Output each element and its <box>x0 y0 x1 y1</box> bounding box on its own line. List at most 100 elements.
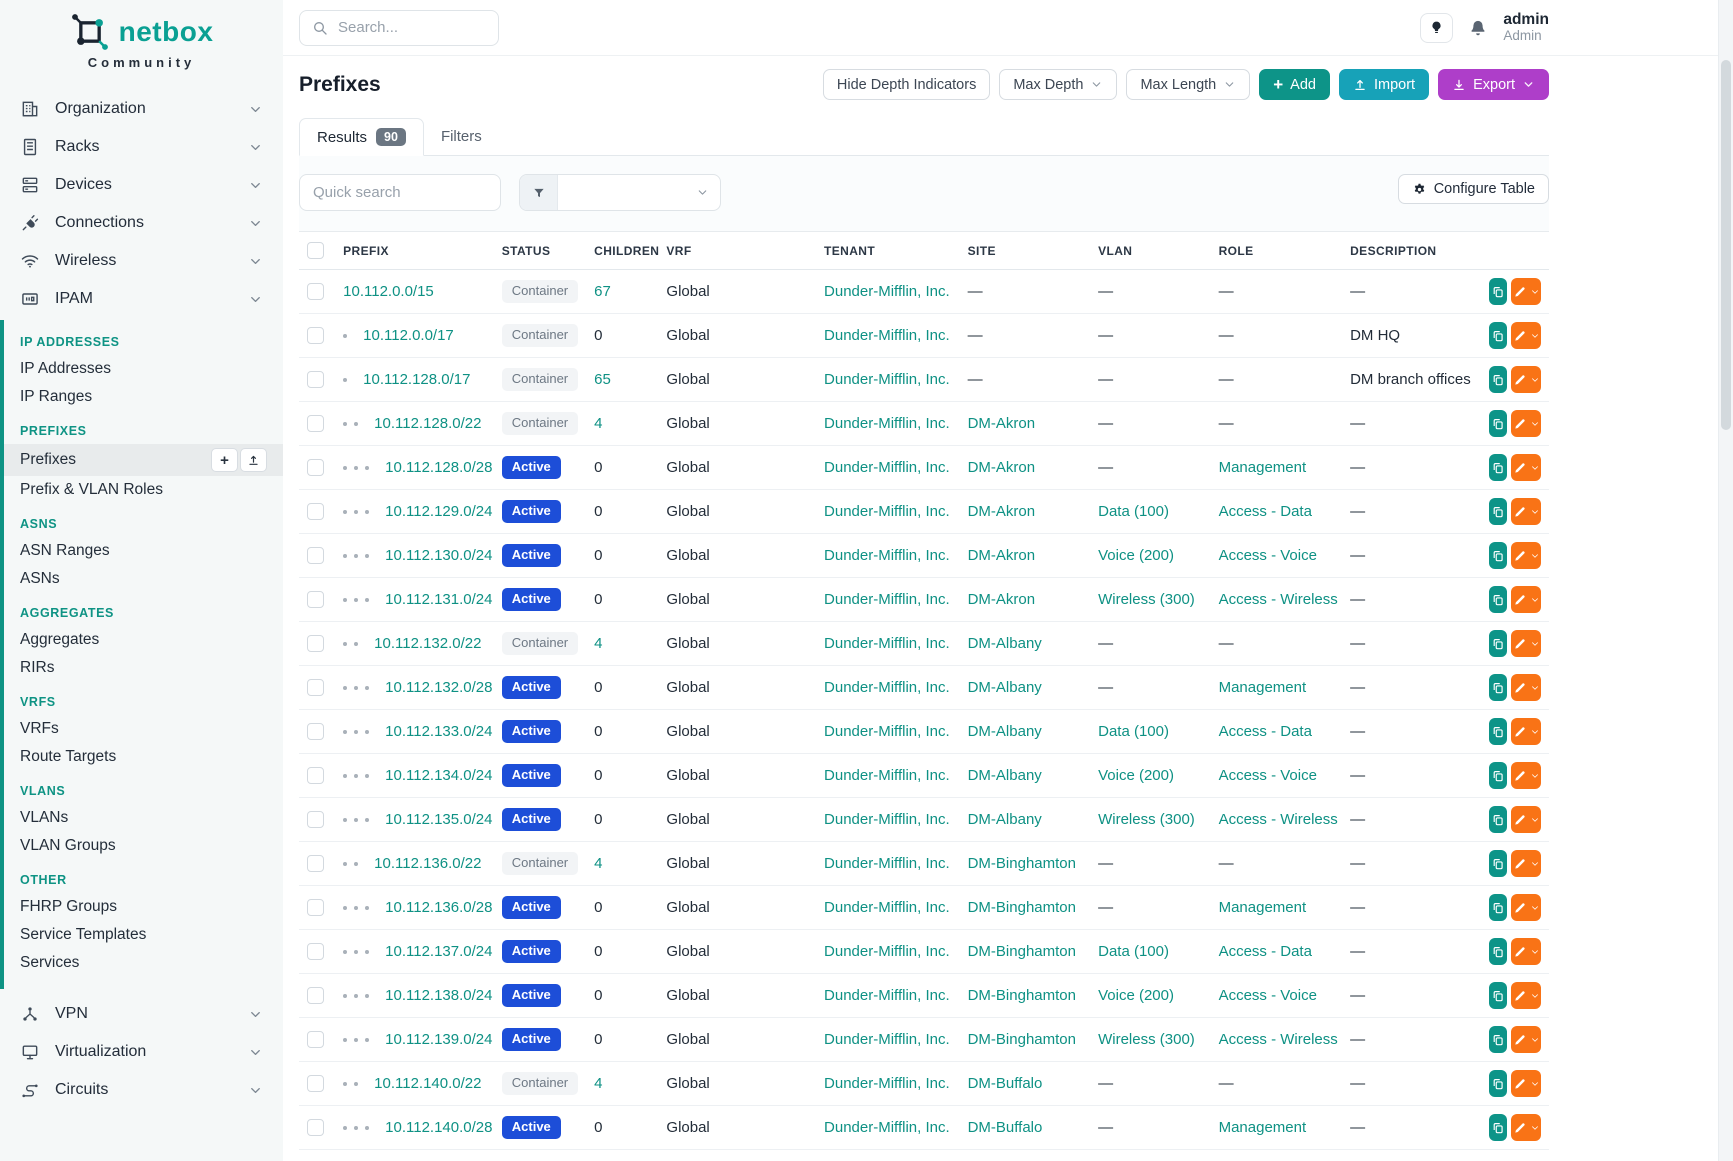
global-search-input[interactable] <box>338 19 478 36</box>
column-header-prefix[interactable]: PREFIX <box>335 232 494 270</box>
sidebar-item-route-targets[interactable]: Route Targets <box>4 743 283 771</box>
prefix-link[interactable]: 10.112.134.0/24 <box>385 767 492 784</box>
prefix-link[interactable]: 10.112.0.0/15 <box>343 283 434 300</box>
copy-button[interactable] <box>1489 850 1508 877</box>
sidebar-item-service-templates[interactable]: Service Templates <box>4 921 283 949</box>
vlan-link[interactable]: Wireless (300) <box>1098 811 1195 828</box>
column-header-description[interactable]: DESCRIPTION <box>1342 232 1481 270</box>
edit-button[interactable] <box>1511 762 1541 789</box>
copy-button[interactable] <box>1489 410 1508 437</box>
site-link[interactable]: DM-Buffalo <box>968 1119 1043 1136</box>
edit-button[interactable] <box>1511 630 1541 657</box>
configure-table-button[interactable]: Configure Table <box>1398 174 1549 204</box>
tenant-link[interactable]: Dunder-Mifflin, Inc. <box>824 415 950 432</box>
edit-button[interactable] <box>1511 982 1541 1009</box>
row-checkbox[interactable] <box>307 723 324 740</box>
sidebar-item-circuits[interactable]: Circuits <box>0 1071 283 1109</box>
scrollbar[interactable] <box>1718 0 1733 1161</box>
copy-button[interactable] <box>1489 1070 1508 1097</box>
site-link[interactable]: DM-Binghamton <box>968 855 1076 872</box>
row-checkbox[interactable] <box>307 415 324 432</box>
vlan-link[interactable]: Voice (200) <box>1098 547 1174 564</box>
row-checkbox[interactable] <box>307 371 324 388</box>
brand-logo[interactable]: netbox Community <box>0 12 283 70</box>
site-link[interactable]: DM-Albany <box>968 767 1042 784</box>
site-link[interactable]: DM-Buffalo <box>968 1075 1043 1092</box>
sidebar-item-asns[interactable]: ASNs <box>4 565 283 593</box>
select-all-checkbox[interactable] <box>307 242 324 259</box>
copy-button[interactable] <box>1489 586 1508 613</box>
sidebar-item-devices[interactable]: Devices <box>0 166 283 204</box>
tenant-link[interactable]: Dunder-Mifflin, Inc. <box>824 635 950 652</box>
edit-button[interactable] <box>1511 850 1541 877</box>
row-checkbox[interactable] <box>307 811 324 828</box>
edit-button[interactable] <box>1511 454 1541 481</box>
scrollbar-thumb[interactable] <box>1721 60 1731 430</box>
column-header-vlan[interactable]: VLAN <box>1090 232 1210 270</box>
prefix-link[interactable]: 10.112.132.0/22 <box>374 635 481 652</box>
role-link[interactable]: Management <box>1219 899 1307 916</box>
site-link[interactable]: DM-Albany <box>968 723 1042 740</box>
user-menu[interactable]: admin Admin <box>1503 11 1549 45</box>
role-link[interactable]: Management <box>1219 1119 1307 1136</box>
site-link[interactable]: DM-Akron <box>968 459 1036 476</box>
row-checkbox[interactable] <box>307 635 324 652</box>
row-checkbox[interactable] <box>307 459 324 476</box>
row-checkbox[interactable] <box>307 503 324 520</box>
prefix-link[interactable]: 10.112.136.0/28 <box>385 899 492 916</box>
role-link[interactable]: Access - Voice <box>1219 547 1317 564</box>
tenant-link[interactable]: Dunder-Mifflin, Inc. <box>824 943 950 960</box>
copy-button[interactable] <box>1489 982 1508 1009</box>
add-prefix-button[interactable]: + <box>211 448 238 472</box>
sidebar-item-ip-ranges[interactable]: IP Ranges <box>4 383 283 411</box>
edit-button[interactable] <box>1511 542 1541 569</box>
row-checkbox[interactable] <box>307 899 324 916</box>
tenant-link[interactable]: Dunder-Mifflin, Inc. <box>824 811 950 828</box>
edit-button[interactable] <box>1511 1070 1541 1097</box>
quick-search-input[interactable] <box>299 174 501 211</box>
sidebar-item-wireless[interactable]: Wireless <box>0 242 283 280</box>
sidebar-item-racks[interactable]: Racks <box>0 128 283 166</box>
sidebar-item-organization[interactable]: Organization <box>0 90 283 128</box>
tenant-link[interactable]: Dunder-Mifflin, Inc. <box>824 459 950 476</box>
prefix-link[interactable]: 10.112.128.0/22 <box>374 415 481 432</box>
role-link[interactable]: Access - Data <box>1219 943 1312 960</box>
tenant-link[interactable]: Dunder-Mifflin, Inc. <box>824 1031 950 1048</box>
edit-button[interactable] <box>1511 674 1541 701</box>
row-checkbox[interactable] <box>307 1031 324 1048</box>
vlan-link[interactable]: Voice (200) <box>1098 987 1174 1004</box>
tenant-link[interactable]: Dunder-Mifflin, Inc. <box>824 1075 950 1092</box>
prefix-link[interactable]: 10.112.132.0/28 <box>385 679 492 696</box>
vlan-link[interactable]: Data (100) <box>1098 943 1169 960</box>
role-link[interactable]: Access - Voice <box>1219 767 1317 784</box>
copy-button[interactable] <box>1489 762 1508 789</box>
theme-toggle-button[interactable] <box>1420 13 1453 43</box>
tenant-link[interactable]: Dunder-Mifflin, Inc. <box>824 899 950 916</box>
site-link[interactable]: DM-Albany <box>968 679 1042 696</box>
role-link[interactable]: Management <box>1219 459 1307 476</box>
prefix-link[interactable]: 10.112.135.0/24 <box>385 811 492 828</box>
row-checkbox[interactable] <box>307 767 324 784</box>
vlan-link[interactable]: Data (100) <box>1098 723 1169 740</box>
tenant-link[interactable]: Dunder-Mifflin, Inc. <box>824 283 950 300</box>
site-link[interactable]: DM-Binghamton <box>968 899 1076 916</box>
filter-select[interactable] <box>558 175 720 210</box>
copy-button[interactable] <box>1489 806 1508 833</box>
copy-button[interactable] <box>1489 322 1508 349</box>
column-header-tenant[interactable]: TENANT <box>816 232 960 270</box>
site-link[interactable]: DM-Binghamton <box>968 943 1076 960</box>
site-link[interactable]: DM-Binghamton <box>968 1031 1076 1048</box>
edit-button[interactable] <box>1511 586 1541 613</box>
copy-button[interactable] <box>1489 718 1508 745</box>
copy-button[interactable] <box>1489 454 1508 481</box>
row-checkbox[interactable] <box>307 1075 324 1092</box>
hide-depth-indicators-button[interactable]: Hide Depth Indicators <box>823 69 990 100</box>
tenant-link[interactable]: Dunder-Mifflin, Inc. <box>824 767 950 784</box>
role-link[interactable]: Access - Data <box>1219 723 1312 740</box>
sidebar-item-vpn[interactable]: VPN <box>0 995 283 1033</box>
copy-button[interactable] <box>1489 498 1508 525</box>
sidebar-item-connections[interactable]: Connections <box>0 204 283 242</box>
sidebar-item-ipam[interactable]: IPAM <box>0 280 283 318</box>
edit-button[interactable] <box>1511 366 1541 393</box>
sidebar-item-services[interactable]: Services <box>4 949 283 977</box>
